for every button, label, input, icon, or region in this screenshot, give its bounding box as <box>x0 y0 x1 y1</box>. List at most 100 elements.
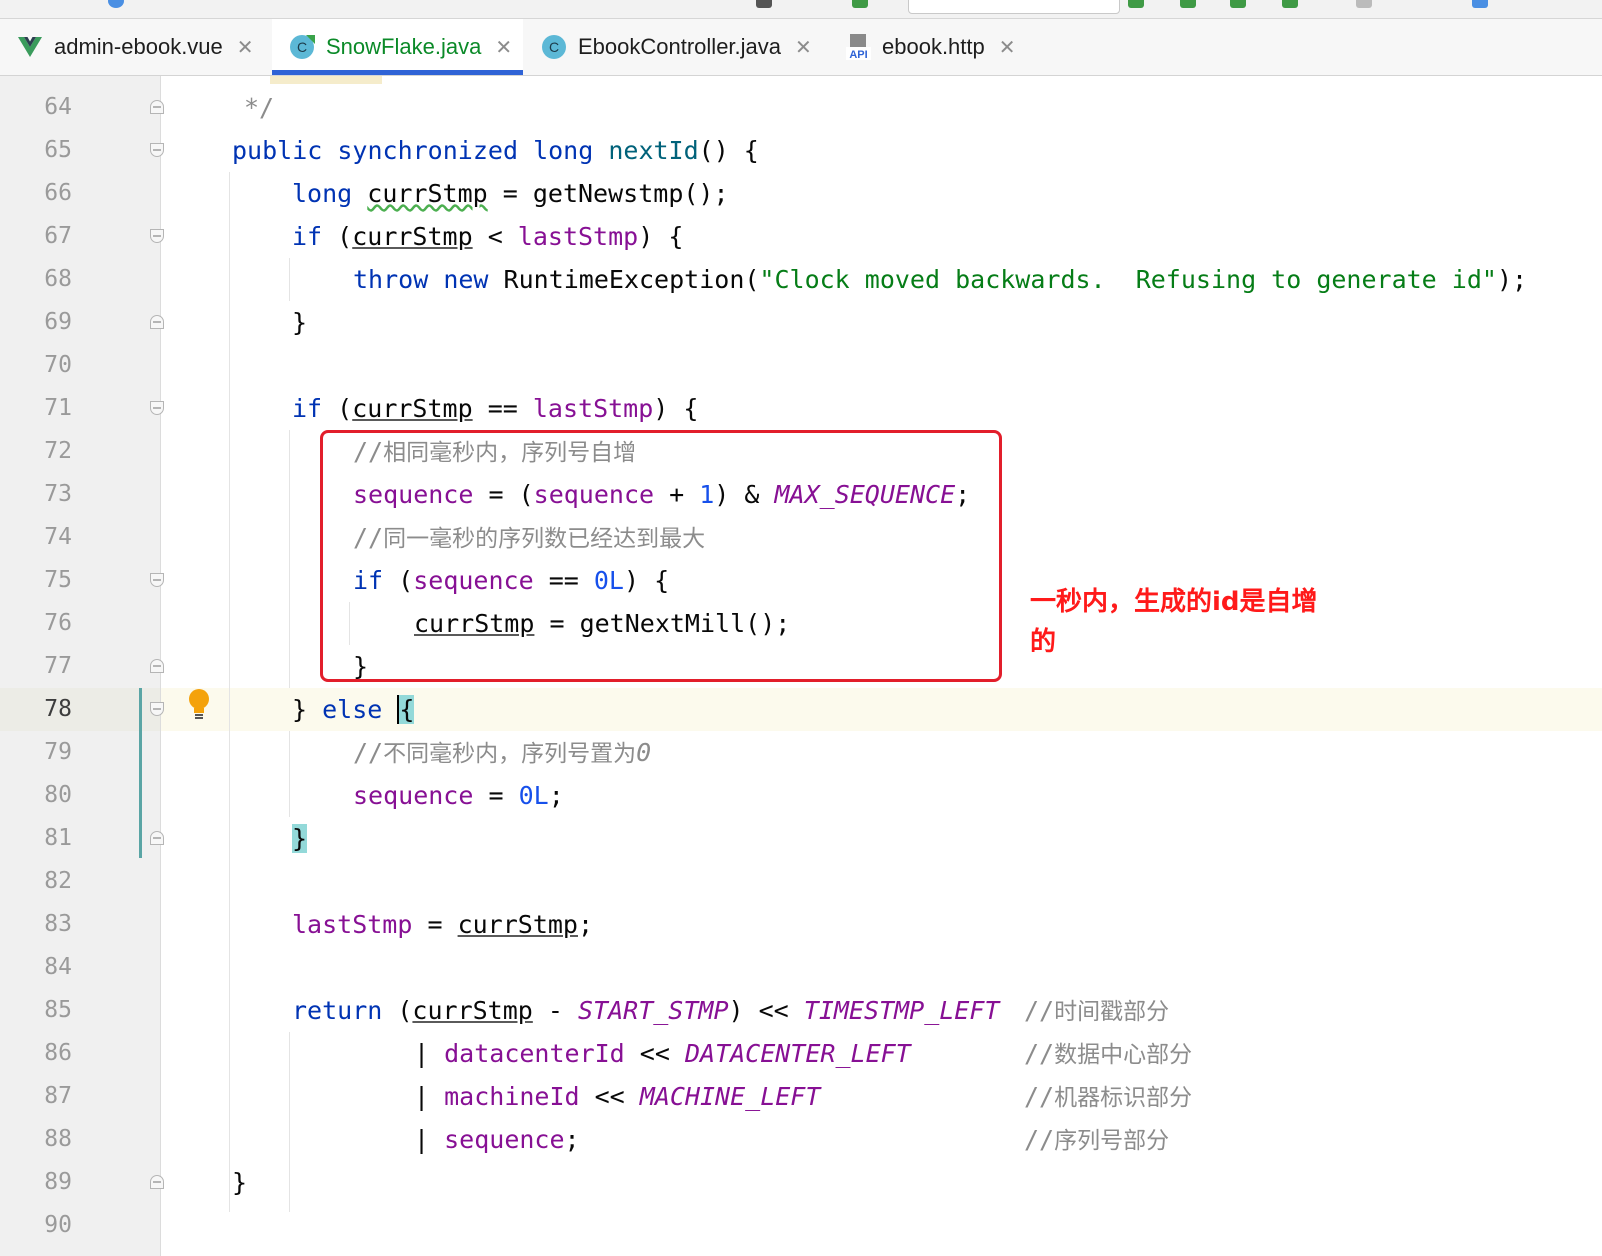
line-number: 90 <box>44 1212 72 1238</box>
code-line-83: lastStmp = currStmp; <box>292 910 594 939</box>
code-line-85: return (currStmp - START_STMP) << TIMEST… <box>292 996 1000 1025</box>
line-number: 76 <box>44 610 72 636</box>
fold-marker-icon[interactable] <box>150 1175 164 1189</box>
tab-ebook-http[interactable]: API ebook.http ✕ <box>828 19 1048 75</box>
line-number: 75 <box>44 567 72 593</box>
line-number-current: 78 <box>44 696 72 722</box>
code-line-81: } <box>292 817 308 860</box>
code-line-68: throw new RuntimeException("Clock moved … <box>353 265 1528 294</box>
line-number-gutter[interactable]: 64 65 66 67 68 69 70 71 72 73 74 75 76 7… <box>0 76 164 1256</box>
code-comment-88: //序列号部分 <box>1024 1125 1170 1154</box>
fold-marker-icon[interactable] <box>150 401 164 415</box>
indent-guide <box>289 1032 290 1212</box>
text-caret: { <box>397 695 415 724</box>
line-number: 82 <box>44 868 72 894</box>
indent-guide <box>229 172 230 1212</box>
debug-icon[interactable] <box>1180 0 1196 8</box>
matched-brace: } <box>292 824 308 853</box>
search-hint-marker <box>270 76 382 84</box>
indent-guide <box>289 258 290 301</box>
line-number: 87 <box>44 1083 72 1109</box>
editor-tab-bar: admin-ebook.vue ✕ C SnowFlake.java ✕ C E… <box>0 19 1602 76</box>
run-icon[interactable] <box>1128 0 1144 8</box>
line-number: 72 <box>44 438 72 464</box>
code-comment-87: //机器标识部分 <box>1024 1082 1193 1111</box>
tab-admin-ebook-vue[interactable]: admin-ebook.vue ✕ <box>0 19 270 75</box>
code-line-86: | datacenterId << DATACENTER_LEFT <box>414 1039 911 1068</box>
vcs-change-marker[interactable] <box>139 688 142 858</box>
code-line-87: | machineId << MACHINE_LEFT <box>414 1082 821 1111</box>
toolbar-icon[interactable] <box>756 0 772 8</box>
fold-marker-icon[interactable] <box>150 659 164 673</box>
line-number: 69 <box>44 309 72 335</box>
code-line-89: } <box>232 1168 248 1197</box>
tab-ebook-controller-java[interactable]: C EbookController.java ✕ <box>524 19 824 75</box>
line-number: 85 <box>44 997 72 1023</box>
code-line-79: //不同毫秒内，序列号置为0 <box>353 738 652 767</box>
toolbar-icon[interactable] <box>1472 0 1488 8</box>
tab-snowflake-java[interactable]: C SnowFlake.java ✕ <box>272 19 523 75</box>
fold-marker-icon[interactable] <box>150 831 164 845</box>
close-icon[interactable]: ✕ <box>999 35 1016 59</box>
line-number: 80 <box>44 782 72 808</box>
code-line-69: } <box>292 308 308 337</box>
line-number: 74 <box>44 524 72 550</box>
tab-label: SnowFlake.java <box>326 34 482 59</box>
line-number: 64 <box>44 94 72 120</box>
line-number: 79 <box>44 739 72 765</box>
line-number: 88 <box>44 1126 72 1152</box>
api-icon-text: API <box>849 49 867 61</box>
code-comment-86: //数据中心部分 <box>1024 1039 1193 1068</box>
line-number: 73 <box>44 481 72 507</box>
code-comment-85: //时间戳部分 <box>1024 996 1170 1025</box>
line-number: 65 <box>44 137 72 163</box>
code-line-78: } else { <box>292 695 415 724</box>
fold-marker-icon[interactable] <box>150 229 164 243</box>
profile-icon[interactable] <box>1282 0 1298 8</box>
line-number: 67 <box>44 223 72 249</box>
indent-guide <box>289 430 290 688</box>
vue-file-icon <box>18 37 42 57</box>
code-line-65: public synchronized long nextId() { <box>232 136 759 165</box>
fold-marker-icon[interactable] <box>150 315 164 329</box>
run-config-selector[interactable] <box>908 0 1120 14</box>
java-class-icon: C <box>542 35 566 59</box>
annotation-highlight-box <box>320 430 1002 682</box>
current-line-highlight <box>0 688 1602 731</box>
stop-icon[interactable] <box>1356 0 1372 8</box>
line-number: 66 <box>44 180 72 206</box>
api-file-icon: API <box>846 34 871 61</box>
line-number: 71 <box>44 395 72 421</box>
annotation-text: 一秒内，生成的id是自增的 <box>1030 587 1318 657</box>
line-number: 86 <box>44 1040 72 1066</box>
close-icon[interactable]: ✕ <box>795 35 812 59</box>
comment: */ <box>244 93 275 122</box>
code-line-88: | sequence; <box>414 1125 580 1154</box>
fold-marker-icon[interactable] <box>150 573 164 587</box>
lightbulb-icon[interactable] <box>186 688 212 722</box>
fold-marker-icon[interactable] <box>150 702 164 716</box>
line-number: 89 <box>44 1169 72 1195</box>
close-icon[interactable]: ✕ <box>495 35 512 59</box>
toolbar-icon[interactable] <box>852 0 868 8</box>
line-number: 84 <box>44 954 72 980</box>
line-number: 70 <box>44 352 72 378</box>
toolbar <box>0 0 1602 19</box>
java-class-icon: C <box>290 35 315 59</box>
code-line-80: sequence = 0L; <box>353 781 564 810</box>
line-number: 68 <box>44 266 72 292</box>
code-line-66: long currStmp = getNewstmp(); <box>292 179 729 208</box>
close-icon[interactable]: ✕ <box>237 35 254 59</box>
class-icon-letter: C <box>297 39 307 55</box>
toolbar-icon[interactable] <box>108 0 124 8</box>
class-icon-letter: C <box>549 39 559 55</box>
code-line-71: if (currStmp == lastStmp) { <box>292 394 699 423</box>
code-line-64: */ <box>244 86 274 129</box>
code-editor[interactable]: 64 65 66 67 68 69 70 71 72 73 74 75 76 7… <box>0 76 1602 1256</box>
fold-marker-icon[interactable] <box>150 100 164 114</box>
code-line-67: if (currStmp < lastStmp) { <box>292 222 684 251</box>
line-number: 77 <box>44 653 72 679</box>
fold-marker-icon[interactable] <box>150 143 164 157</box>
coverage-icon[interactable] <box>1230 0 1246 8</box>
indent-guide <box>289 731 290 817</box>
